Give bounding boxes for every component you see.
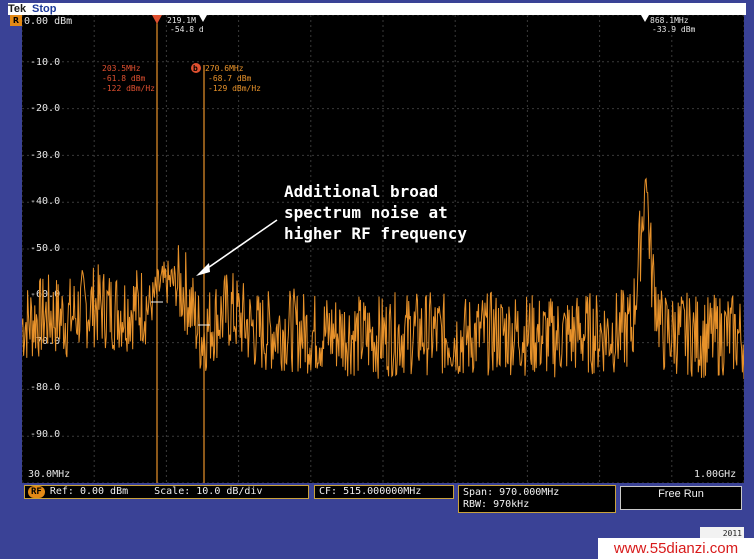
right-marker-level: -33.9 dBm [652,25,696,34]
marker-a-freq: 203.5MHz [102,64,141,73]
marker-a-readout: 203.5MHz -61.8 dBm -122 dBm/Hz [102,64,155,93]
brand-label: Tek [8,3,27,15]
rbw-value: RBW: 970kHz [463,499,530,510]
center-frequency-box[interactable]: CF: 515.000000MHz [314,485,454,499]
marker-b-badge: b [193,64,198,73]
center-frequency: CF: 515.000000MHz [319,486,422,497]
marker-b-freq: 270.6MHz [205,64,244,73]
ref-marker-freq: 219.1M [167,16,196,25]
annotation-arrow [201,219,278,273]
marker-b-density: -129 dBm/Hz [208,84,261,93]
annotation-line-3: higher RF frequency [284,224,467,243]
x-start-label: 30.0MHz [28,469,70,480]
marker-delta-icon[interactable] [199,15,207,22]
y-label-1: -10.0 [30,57,60,68]
marker-a-level: -61.8 dBm [102,74,146,83]
y-label-2: -20.0 [30,103,60,114]
channel-marker[interactable]: R [10,15,22,26]
x-end-label: 1.00GHz [694,469,736,480]
spectrum-plot[interactable]: 0.00 dBm -10.0 -20.0 -30.0 -40.0 -50.0 -… [21,14,745,484]
y-label-8: -80.0 [30,382,60,393]
annotation-line-2: spectrum noise at [284,203,448,222]
y-label-3: -30.0 [30,150,60,161]
reference-marker-icon[interactable] [152,15,162,24]
marker-b-level: -68.7 dBm [208,74,252,83]
right-marker-freq: 868.1MHz [650,16,689,25]
marker-b-readout: b 270.6MHz -68.7 dBm -129 dBm/Hz [191,63,261,93]
ref-marker-level: -54.8 d [170,25,204,34]
marker-a-density: -122 dBm/Hz [102,84,155,93]
annotation: Additional broad spectrum noise at highe… [284,182,467,243]
header-bar: Tek Stop [8,3,746,15]
annotation-arrowhead [196,263,210,276]
free-run-button[interactable]: Free Run [620,486,742,510]
span-value: Span: 970.000MHz [463,487,560,498]
ref-scale-box[interactable]: RF Ref: 0.00 dBm Scale: 10.0 dB/div [24,485,309,499]
y-axis-labels: 0.00 dBm -10.0 -20.0 -30.0 -40.0 -50.0 -… [24,16,72,440]
annotation-line-1: Additional broad [284,182,438,201]
y-label-6: -60.0 [30,289,60,300]
acquisition-state: Stop [32,3,57,15]
y-label-0: 0.00 dBm [24,16,72,27]
rf-tag: RF [28,486,45,498]
span-rbw-box[interactable]: Span: 970.000MHz RBW: 970kHz [458,485,616,513]
y-label-5: -50.0 [30,243,60,254]
right-marker-icon[interactable] [641,15,649,22]
scale-value: Scale: 10.0 dB/div [154,486,263,497]
watermark: www.55dianzi.com [598,538,754,559]
y-label-9: -90.0 [30,429,60,440]
y-label-4: -40.0 [30,196,60,207]
spectrum-display[interactable]: 0.00 dBm -10.0 -20.0 -30.0 -40.0 -50.0 -… [21,14,745,484]
ref-level: Ref: 0.00 dBm [49,486,129,497]
